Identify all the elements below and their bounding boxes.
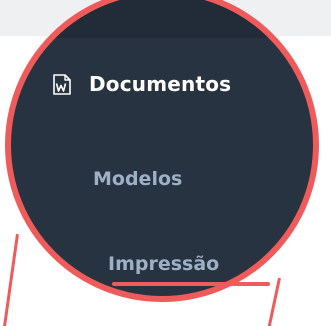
callout-pointer-left: [2, 233, 19, 326]
zoom-callout: Documentos Modelos Impressão: [0, 0, 331, 326]
sidebar-item-modelos[interactable]: Modelos: [93, 168, 182, 190]
sidebar-section-label: Documentos: [89, 72, 232, 96]
sidebar-item-impressao[interactable]: Impressão: [108, 253, 219, 275]
highlight-underline: [112, 282, 270, 286]
sidebar-section-documentos[interactable]: Documentos: [53, 72, 231, 96]
sidebar-top-band: [11, 0, 313, 38]
word-document-icon: [53, 73, 71, 95]
